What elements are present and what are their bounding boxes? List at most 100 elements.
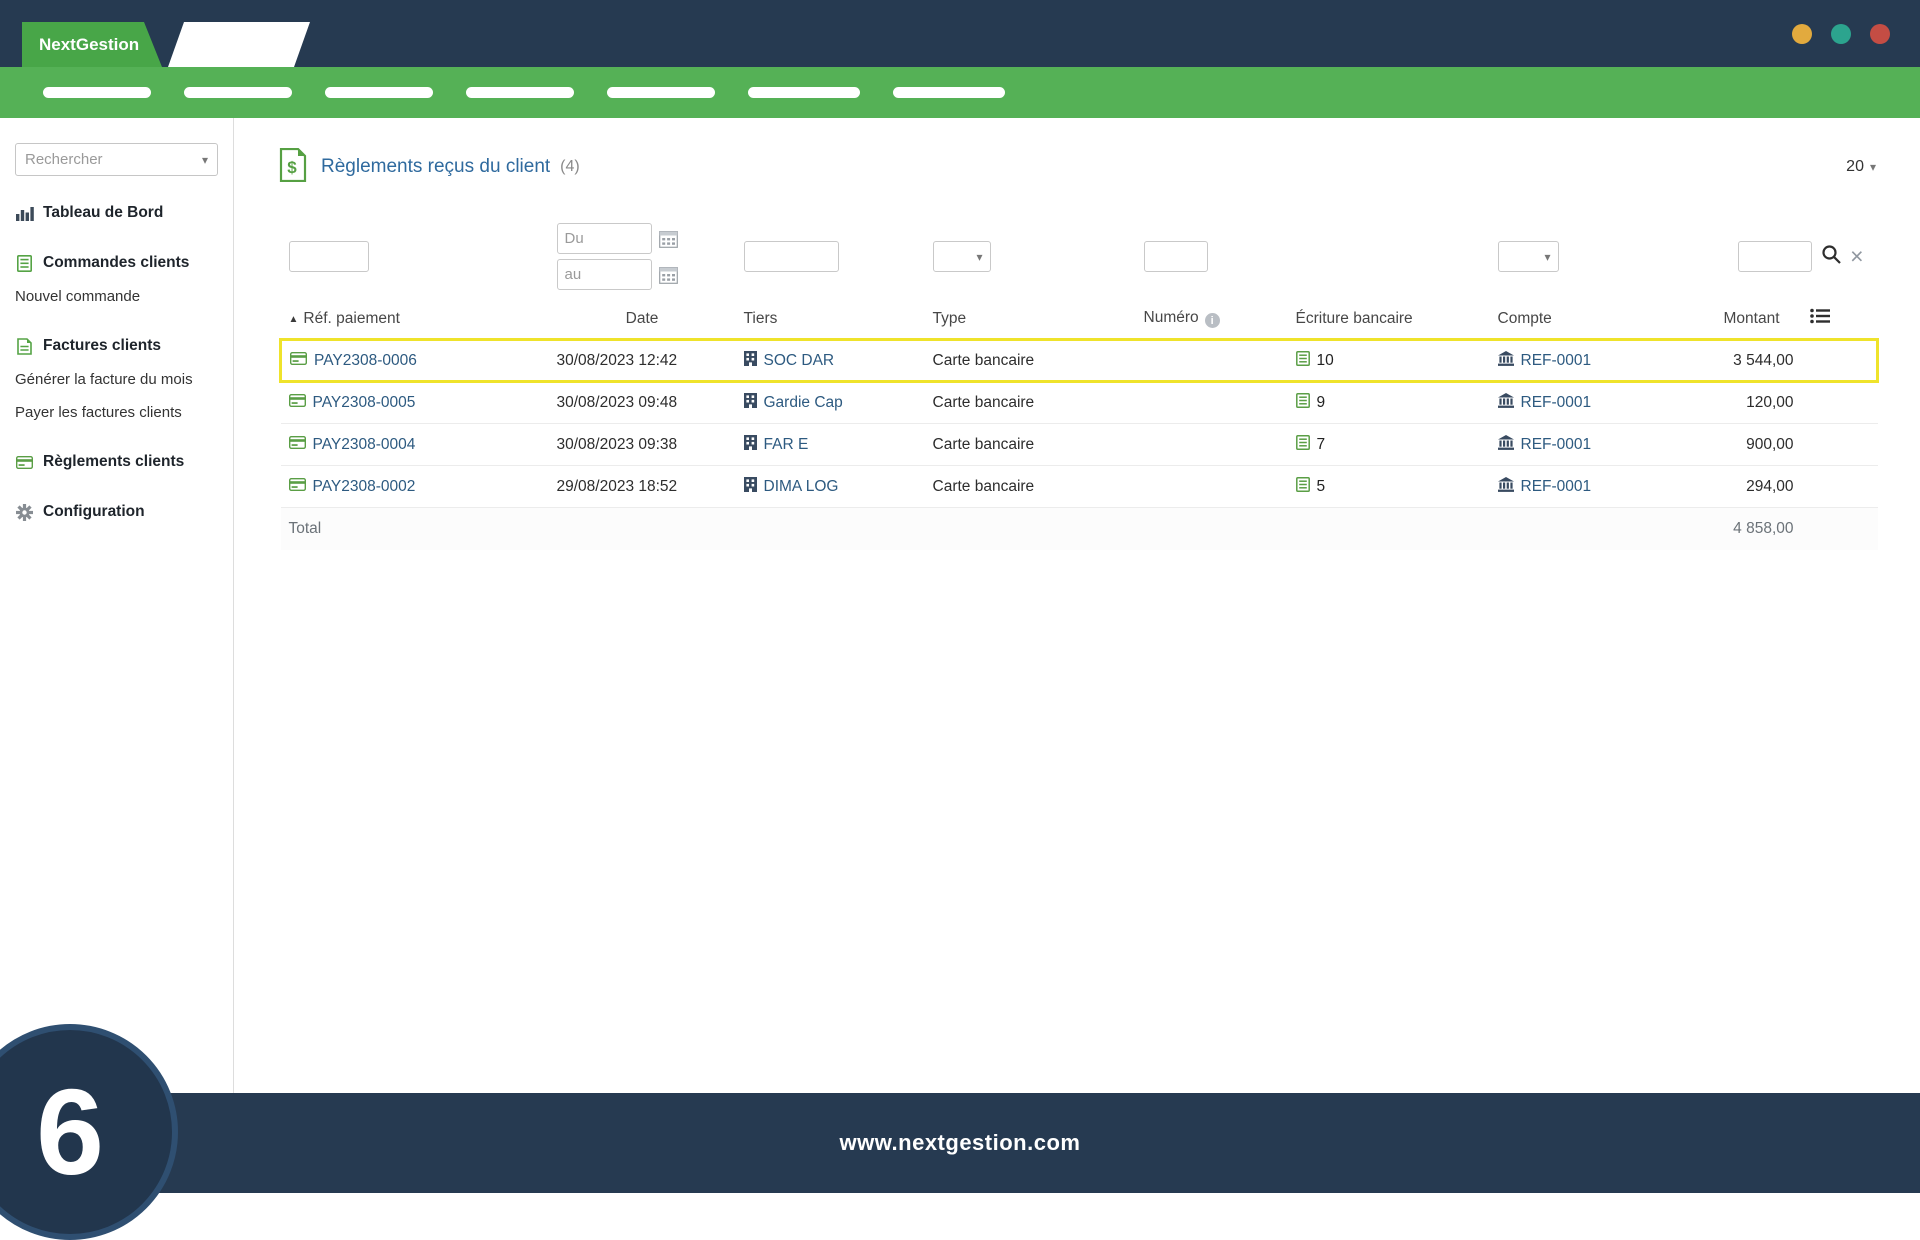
- page-size-select[interactable]: 20 ▾: [1846, 158, 1876, 176]
- menubar-item-3[interactable]: [325, 87, 433, 98]
- payment-card-icon: [15, 453, 34, 471]
- filter-compte-select[interactable]: ▾: [1497, 241, 1559, 272]
- payment-type: Carte bancaire: [924, 423, 1136, 466]
- bank-entry-link[interactable]: 9: [1317, 394, 1326, 412]
- bank-entry-link[interactable]: 5: [1317, 478, 1326, 496]
- thirdparty-link[interactable]: FAR E: [764, 436, 809, 454]
- calendar-icon[interactable]: [658, 265, 679, 285]
- company-icon: [744, 435, 757, 455]
- sidebar-item-customer-orders[interactable]: Commandes clients: [15, 251, 218, 275]
- sidebar-item-configuration[interactable]: Configuration: [15, 500, 218, 524]
- info-icon[interactable]: i: [1204, 313, 1220, 329]
- sidebar-item-new-order[interactable]: Nouvel commande: [15, 284, 218, 308]
- record-count: (4): [560, 158, 580, 175]
- payment-ref-link[interactable]: PAY2308-0004: [313, 436, 416, 454]
- table-row: PAY2308-0002 29/08/2023 18:52 DIMA LOG C…: [280, 465, 1878, 508]
- total-label: Total: [280, 507, 549, 550]
- filter-date-to-input[interactable]: [556, 259, 652, 290]
- table-row: PAY2308-0005 30/08/2023 09:48 Gardie Cap…: [280, 381, 1878, 424]
- sidebar-item-customer-payments[interactable]: Règlements clients: [15, 450, 218, 474]
- chevron-down-icon[interactable]: ▾: [202, 154, 208, 166]
- table-row-highlighted: PAY2308-0006 30/08/2023 12:42 SOC DAR Ca…: [279, 338, 1879, 383]
- window-dot-yellow-icon[interactable]: [1792, 23, 1812, 44]
- filter-ref-input[interactable]: [288, 241, 369, 272]
- column-header-tiers[interactable]: Tiers: [735, 299, 925, 340]
- brand-tab[interactable]: NextGestion: [22, 22, 162, 67]
- column-header-type[interactable]: Type: [924, 299, 1136, 340]
- payment-card-icon: [289, 394, 306, 412]
- filter-numero-input[interactable]: [1143, 241, 1208, 272]
- chevron-down-icon: ▾: [1544, 249, 1551, 264]
- menubar-item-2[interactable]: [184, 87, 292, 98]
- bank-entry-link[interactable]: 7: [1317, 436, 1326, 454]
- column-header-ref[interactable]: ▲ Réf. paiement: [280, 299, 549, 340]
- page-header: Règlements reçus du client (4) 20 ▾: [279, 147, 1876, 187]
- sidebar-item-customer-invoices[interactable]: Factures clients: [15, 334, 218, 358]
- thirdparty-link[interactable]: Gardie Cap: [764, 394, 843, 412]
- table-total-row: Total 4 858,00: [280, 507, 1878, 550]
- payment-type: Carte bancaire: [924, 338, 1136, 383]
- window-controls: [1792, 0, 1890, 67]
- payment-amount: 3 544,00: [1715, 338, 1802, 383]
- sort-asc-icon: ▲: [288, 313, 299, 325]
- payment-date: 30/08/2023 12:42: [548, 338, 736, 383]
- bank-account-icon: [1498, 393, 1514, 413]
- payment-ref-link[interactable]: PAY2308-0005: [313, 394, 416, 412]
- clear-filters-icon[interactable]: ×: [1850, 245, 1863, 268]
- top-bar: NextGestion: [0, 0, 1920, 67]
- column-header-numero[interactable]: Numéro i: [1135, 299, 1288, 340]
- payment-amount: 900,00: [1715, 423, 1802, 466]
- bank-account-link[interactable]: REF-0001: [1521, 394, 1592, 412]
- column-header-compte[interactable]: Compte: [1489, 299, 1716, 340]
- sidebar-item-generate-monthly-invoice[interactable]: Générer la facture du mois: [15, 367, 218, 391]
- brand-logo-text: NextGestion: [39, 34, 140, 54]
- payment-date: 29/08/2023 18:52: [548, 465, 736, 508]
- payment-ref-link[interactable]: PAY2308-0002: [313, 478, 416, 496]
- window-dot-teal-icon[interactable]: [1831, 23, 1851, 44]
- search-icon[interactable]: [1821, 244, 1841, 269]
- bank-account-link[interactable]: REF-0001: [1521, 436, 1592, 454]
- calendar-icon[interactable]: [658, 229, 679, 249]
- sidebar-item-dashboard[interactable]: Tableau de Bord: [15, 201, 218, 225]
- payment-numero: [1135, 338, 1288, 383]
- payment-ref-link[interactable]: PAY2308-0006: [314, 352, 417, 370]
- column-header-date[interactable]: Date: [548, 299, 736, 340]
- filter-tiers-input[interactable]: [743, 241, 839, 272]
- total-amount: 4 858,00: [1715, 507, 1802, 550]
- sidebar-search-box[interactable]: ▾: [15, 143, 218, 176]
- bank-entry-link[interactable]: 10: [1317, 352, 1334, 370]
- bank-entry-icon: [1296, 477, 1310, 497]
- window-dot-red-icon[interactable]: [1870, 23, 1890, 44]
- menubar-item-1[interactable]: [43, 87, 151, 98]
- menubar-item-5[interactable]: [607, 87, 715, 98]
- thirdparty-link[interactable]: SOC DAR: [764, 352, 835, 370]
- list-options-icon: [1810, 311, 1830, 328]
- thirdparty-link[interactable]: DIMA LOG: [764, 478, 839, 496]
- footer-url: www.nextgestion.com: [839, 1130, 1081, 1155]
- bank-account-link[interactable]: REF-0001: [1521, 478, 1592, 496]
- search-input[interactable]: [25, 151, 202, 168]
- sidebar: ▾ Tableau de Bord Commandes clients Nouv…: [0, 118, 234, 1093]
- bar-chart-icon: [15, 204, 34, 222]
- payment-numero: [1135, 423, 1288, 466]
- filter-montant-input[interactable]: [1738, 241, 1813, 272]
- bank-account-link[interactable]: REF-0001: [1521, 352, 1592, 370]
- bank-account-icon: [1498, 477, 1514, 497]
- filter-date-from-input[interactable]: [556, 223, 652, 254]
- secondary-tab[interactable]: [168, 22, 310, 67]
- menubar-item-6[interactable]: [748, 87, 860, 98]
- column-header-montant[interactable]: Montant: [1715, 299, 1802, 340]
- column-header-ecriture[interactable]: Écriture bancaire: [1287, 299, 1490, 340]
- chevron-down-icon: ▾: [976, 249, 983, 264]
- filter-type-select[interactable]: ▾: [932, 241, 991, 272]
- sidebar-item-pay-customer-invoices[interactable]: Payer les factures clients: [15, 400, 218, 424]
- payment-numero: [1135, 381, 1288, 424]
- bank-account-icon: [1498, 435, 1514, 455]
- payment-date: 30/08/2023 09:48: [548, 381, 736, 424]
- column-options-button[interactable]: [1801, 299, 1878, 340]
- company-icon: [744, 351, 757, 371]
- payment-card-icon: [289, 436, 306, 454]
- gear-icon: [15, 503, 34, 521]
- menubar-item-7[interactable]: [893, 87, 1005, 98]
- menubar-item-4[interactable]: [466, 87, 574, 98]
